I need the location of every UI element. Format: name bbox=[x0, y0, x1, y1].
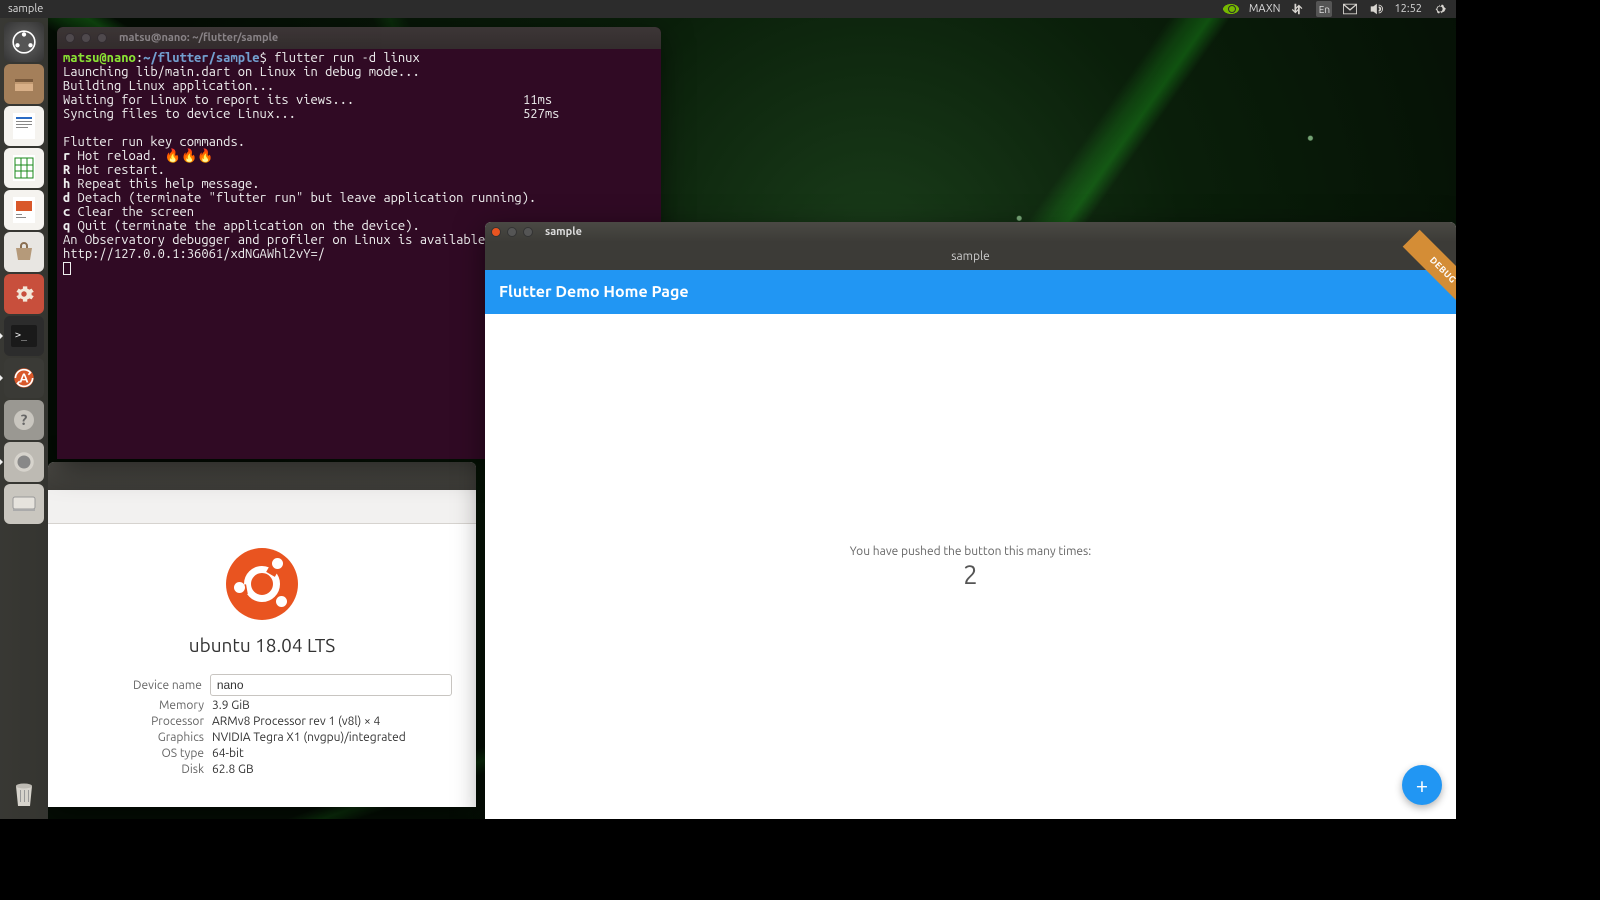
terminal-cmd: flutter run -d linux bbox=[274, 51, 420, 65]
terminal-title: matsu@nano: ~/flutter/sample bbox=[119, 32, 278, 44]
network-icon[interactable] bbox=[1290, 1, 1306, 17]
settings-titlebar[interactable] bbox=[48, 462, 476, 490]
volume-icon[interactable] bbox=[1368, 1, 1384, 17]
nvidia-icon[interactable] bbox=[1223, 1, 1239, 17]
terminal-titlebar[interactable]: matsu@nano: ~/flutter/sample bbox=[57, 27, 661, 49]
flutter-window[interactable]: sample sample Flutter Demo Home Page DEB… bbox=[485, 222, 1456, 819]
mail-icon[interactable] bbox=[1342, 1, 1358, 17]
prompt-user: matsu@nano bbox=[63, 51, 136, 65]
prompt-path: ~/flutter/sample bbox=[143, 51, 259, 65]
maximize-icon[interactable] bbox=[97, 33, 107, 43]
terminal-icon[interactable]: >_ bbox=[4, 316, 44, 356]
settings-toolbar bbox=[48, 490, 476, 524]
ubuntu-logo-icon bbox=[226, 548, 298, 620]
impress-icon[interactable] bbox=[4, 190, 44, 230]
active-app-title: sample bbox=[8, 3, 43, 15]
appbar-title: Flutter Demo Home Page bbox=[499, 283, 689, 301]
system-settings-icon[interactable] bbox=[4, 442, 44, 482]
fab-add-button[interactable]: + bbox=[1402, 765, 1442, 805]
devices-icon[interactable] bbox=[4, 484, 44, 524]
launcher-dock: >_ A ? bbox=[0, 18, 48, 819]
minimize-icon[interactable] bbox=[81, 33, 91, 43]
flutter-menubar: sample bbox=[485, 242, 1456, 270]
updater-icon[interactable]: A bbox=[4, 358, 44, 398]
fire-icon: 🔥🔥🔥 bbox=[165, 149, 214, 163]
graphics-value: NVIDIA Tegra X1 (nvgpu)/integrated bbox=[212, 731, 406, 744]
maximize-icon[interactable] bbox=[523, 227, 533, 237]
device-name-label: Device name bbox=[72, 679, 210, 692]
memory-value: 3.9 GiB bbox=[212, 699, 250, 712]
plus-icon: + bbox=[1416, 773, 1428, 798]
device-name-input[interactable] bbox=[210, 674, 452, 696]
dash-icon[interactable] bbox=[4, 22, 44, 62]
settings-about-window[interactable]: ubuntu 18.04 LTS Device name Memory3.9 G… bbox=[48, 462, 476, 807]
settings-cog-icon[interactable] bbox=[4, 274, 44, 314]
disk-value: 62.8 GB bbox=[212, 763, 254, 776]
files-icon[interactable] bbox=[4, 64, 44, 104]
trash-icon[interactable] bbox=[4, 773, 44, 813]
counter-value: 2 bbox=[963, 560, 978, 589]
gpu-mode-label[interactable]: MAXN bbox=[1249, 3, 1281, 15]
flutter-appbar: Flutter Demo Home Page DEBUG bbox=[485, 270, 1456, 314]
svg-text:>_: >_ bbox=[15, 330, 28, 341]
terminal-cursor bbox=[63, 262, 71, 275]
calc-icon[interactable] bbox=[4, 148, 44, 188]
svg-text:?: ? bbox=[21, 411, 28, 428]
processor-value: ARMv8 Processor rev 1 (v8l) × 4 bbox=[212, 715, 380, 728]
top-panel: sample MAXN En 12:52 bbox=[0, 0, 1456, 18]
ostype-value: 64-bit bbox=[212, 747, 244, 760]
os-title: ubuntu 18.04 LTS bbox=[72, 634, 452, 656]
minimize-icon[interactable] bbox=[507, 227, 517, 237]
svg-text:A: A bbox=[19, 371, 29, 385]
software-icon[interactable] bbox=[4, 232, 44, 272]
flutter-body: You have pushed the button this many tim… bbox=[485, 314, 1456, 819]
help-icon[interactable]: ? bbox=[4, 400, 44, 440]
flutter-titlebar[interactable]: sample bbox=[485, 222, 1456, 242]
clock[interactable]: 12:52 bbox=[1394, 3, 1422, 15]
counter-caption: You have pushed the button this many tim… bbox=[850, 545, 1091, 558]
writer-icon[interactable] bbox=[4, 106, 44, 146]
close-icon[interactable] bbox=[65, 33, 75, 43]
flutter-window-title: sample bbox=[545, 226, 582, 238]
system-gear-icon[interactable] bbox=[1432, 1, 1448, 17]
keyboard-lang-indicator[interactable]: En bbox=[1316, 1, 1332, 17]
close-icon[interactable] bbox=[491, 227, 501, 237]
